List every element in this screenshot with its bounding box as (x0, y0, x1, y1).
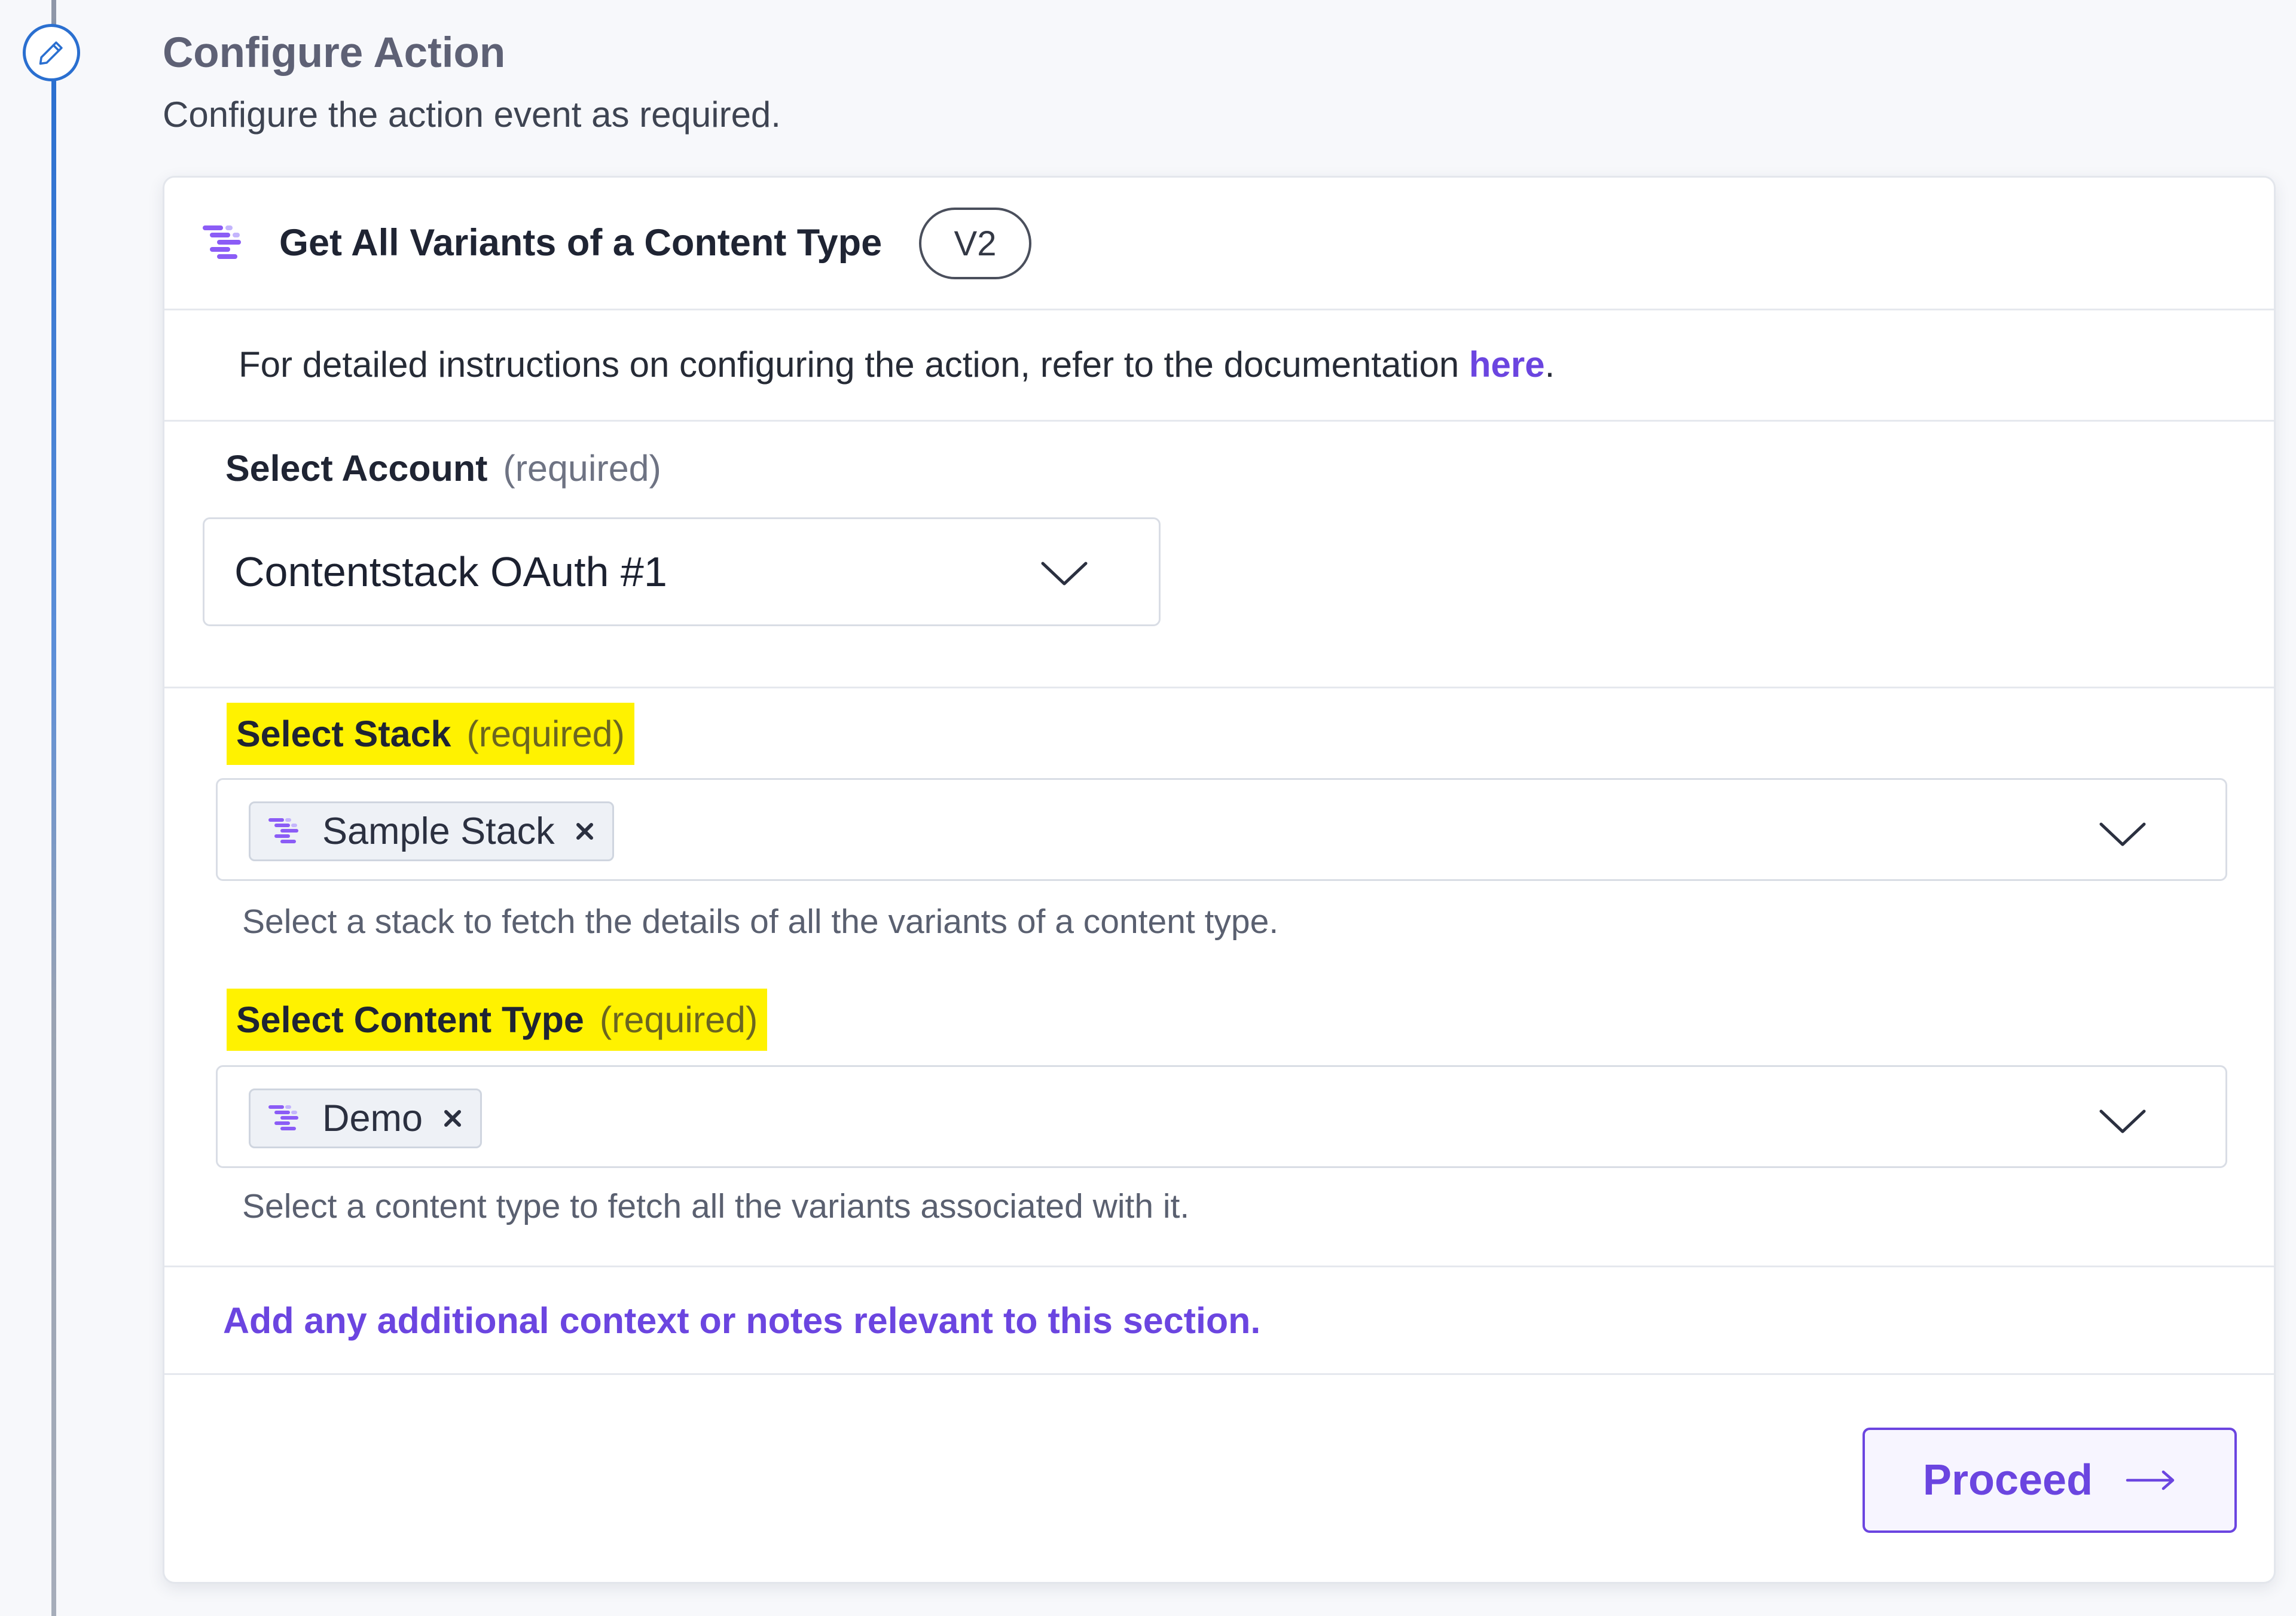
account-required-hint: (required) (503, 448, 661, 489)
timeline-rail (51, 0, 56, 1616)
chevron-down-icon (1041, 562, 1088, 586)
chevron-down-icon (2099, 1109, 2146, 1133)
stack-help-text: Select a stack to fetch the details of a… (242, 902, 1279, 941)
chevron-down-icon (2099, 822, 2146, 846)
documentation-row: For detailed instructions on configuring… (164, 310, 2274, 422)
account-field-row: Select Account (required) Contentstack OA… (164, 422, 2274, 688)
documentation-text-body: For detailed instructions on configuring… (239, 344, 1469, 385)
contentstack-logo-icon (268, 1105, 298, 1130)
remove-chip-icon[interactable] (573, 819, 597, 843)
account-select-value: Contentstack OAuth #1 (234, 548, 667, 595)
contentstack-logo-icon (268, 818, 298, 843)
documentation-suffix: . (1544, 344, 1555, 385)
account-select[interactable]: Contentstack OAuth #1 (203, 517, 1161, 626)
section-subtitle: Configure the action event as required. (163, 94, 781, 135)
content-type-required-hint: (required) (599, 999, 758, 1040)
account-label: Select Account (required) (225, 443, 661, 493)
content-type-select[interactable]: Demo (216, 1065, 2227, 1168)
stack-required-hint: (required) (466, 714, 625, 754)
notes-row: Add any additional context or notes rele… (164, 1267, 2274, 1375)
configure-action-card: Get All Variants of a Content Type V2 Fo… (163, 176, 2276, 1584)
stack-select[interactable]: Sample Stack (216, 778, 2227, 881)
pencil-icon (39, 41, 63, 65)
content-type-chip-label: Demo (322, 1097, 423, 1139)
action-title: Get All Variants of a Content Type (279, 222, 883, 264)
account-label-text: Select Account (225, 448, 488, 489)
version-badge: V2 (919, 208, 1031, 279)
stack-and-content-type-fields: Select Stack (required) Sample Stack Sel… (164, 688, 2274, 1267)
content-type-label-text: Select Content Type (236, 999, 584, 1040)
stack-chip-label: Sample Stack (322, 810, 555, 852)
documentation-link[interactable]: here (1469, 344, 1545, 385)
content-type-chip: Demo (249, 1088, 483, 1148)
section-title: Configure Action (163, 29, 506, 77)
proceed-label: Proceed (1922, 1456, 2093, 1504)
step-node (23, 24, 80, 81)
content-type-label: Select Content Type (required) (227, 989, 768, 1051)
card-header: Get All Variants of a Content Type V2 (164, 178, 2274, 310)
stack-chip: Sample Stack (249, 801, 614, 861)
documentation-text: For detailed instructions on configuring… (239, 339, 1555, 391)
contentstack-logo-icon (203, 225, 241, 259)
arrow-right-icon (2126, 1470, 2175, 1490)
stack-label: Select Stack (required) (227, 703, 634, 765)
proceed-button[interactable]: Proceed (1863, 1428, 2237, 1533)
content-type-help-text: Select a content type to fetch all the v… (242, 1187, 1190, 1225)
stack-label-text: Select Stack (236, 714, 451, 754)
add-notes-link[interactable]: Add any additional context or notes rele… (223, 1295, 1260, 1346)
remove-chip-icon[interactable] (441, 1106, 465, 1130)
